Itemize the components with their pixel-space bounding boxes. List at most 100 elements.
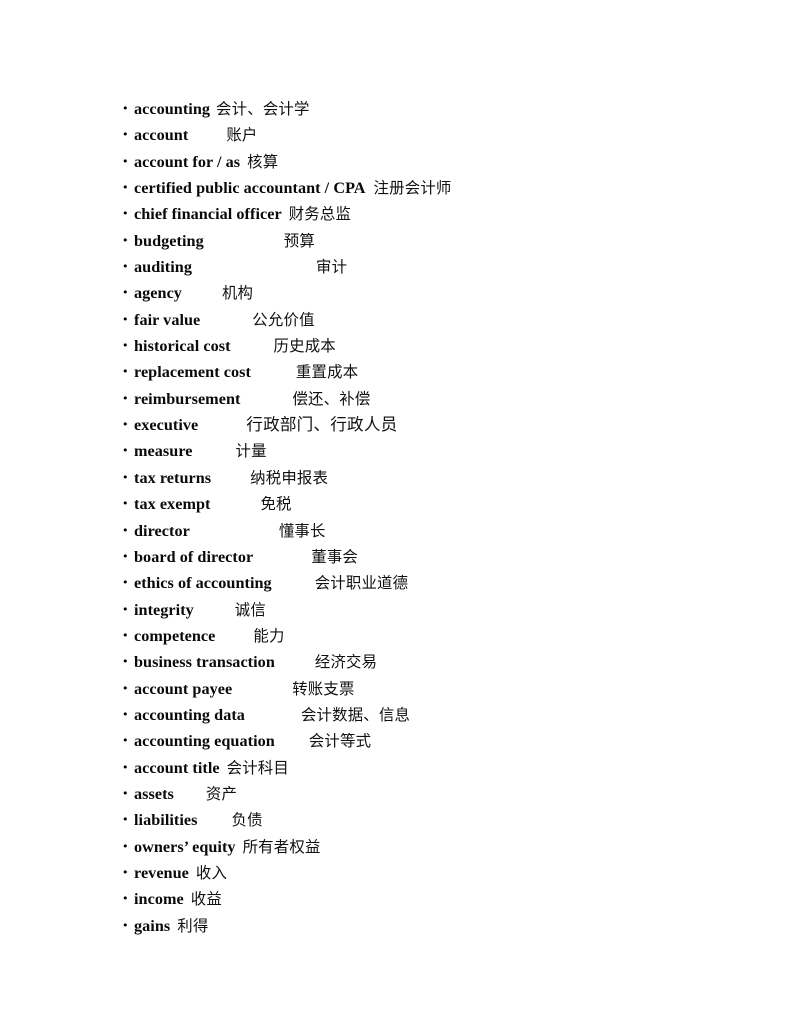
glossary-item-content: historical cost 历史成本 xyxy=(134,333,762,359)
glossary-item-content: fair value 公允价值 xyxy=(134,307,762,333)
glossary-item-content: liabilities 负债 xyxy=(134,807,762,833)
term-english: director xyxy=(134,521,190,540)
glossary-item: • chief financial officer 财务总监 xyxy=(122,201,762,227)
glossary-item-content: ethics of accounting 会计职业道德 xyxy=(134,570,762,596)
bullet-icon: • xyxy=(122,655,129,669)
term-chinese: 收益 xyxy=(190,890,222,909)
glossary-item: • executive 行政部门、行政人员 xyxy=(122,412,762,438)
bullet-icon: • xyxy=(122,339,129,353)
term-english: budgeting xyxy=(134,231,204,250)
term-english: account title xyxy=(134,758,220,777)
glossary-item-content: budgeting 预算 xyxy=(134,228,762,254)
bullet-icon: • xyxy=(122,286,129,300)
glossary-item: • auditing 审计 xyxy=(122,254,762,280)
term-english: replacement cost xyxy=(134,363,251,382)
term-chinese: 审计 xyxy=(315,258,348,277)
term-chinese: 转账支票 xyxy=(292,679,355,698)
bullet-icon: • xyxy=(122,839,129,853)
glossary-item-content: accounting data 会计数据、信息 xyxy=(134,702,762,728)
term-chinese: 会计科目 xyxy=(226,758,289,777)
glossary-item-content: account for / as 核算 xyxy=(134,149,762,175)
term-english: liabilities xyxy=(134,811,198,830)
term-chinese: 偿还、补偿 xyxy=(292,389,371,408)
glossary-item: • liabilities 负债 xyxy=(122,807,762,833)
term-chinese: 账户 xyxy=(226,126,258,145)
glossary-item: • accounting 会计、会计学 xyxy=(122,96,762,122)
bullet-icon: • xyxy=(122,418,129,432)
term-english: auditing xyxy=(134,258,192,277)
term-chinese: 收入 xyxy=(195,863,228,882)
glossary-item: • income 收益 xyxy=(122,886,762,912)
document-page: • accounting 会计、会计学 • account 账户 • account for … xyxy=(0,0,800,1036)
glossary-item-content: certified public accountant / CPA 注册会计师 xyxy=(134,175,762,201)
bullet-icon: • xyxy=(122,365,129,379)
bullet-icon: • xyxy=(122,892,129,906)
term-english: owners’ equity xyxy=(134,837,236,856)
glossary-item-content: account 账户 xyxy=(134,122,762,148)
bullet-icon: • xyxy=(122,233,129,247)
bullet-icon: • xyxy=(122,523,129,537)
glossary-item: • certified public accountant / CPA 注册会计师 xyxy=(122,175,762,201)
bullet-icon: • xyxy=(122,497,129,511)
term-chinese: 董事会 xyxy=(311,547,359,566)
glossary-item: • account payee 转账支票 xyxy=(122,676,762,702)
bullet-icon: • xyxy=(122,602,129,616)
glossary-item: • business transaction 经济交易 xyxy=(122,649,762,675)
term-chinese: 重置成本 xyxy=(295,363,359,382)
term-chinese: 所有者权益 xyxy=(242,837,321,856)
term-english: chief financial officer xyxy=(134,205,282,224)
term-chinese: 懂事长 xyxy=(278,521,326,540)
glossary-item-content: accounting equation 会计等式 xyxy=(134,728,762,754)
glossary-item: • board of director 董事会 xyxy=(122,544,762,570)
term-chinese: 诚信 xyxy=(234,600,266,619)
term-chinese: 免税 xyxy=(260,495,292,514)
term-english: board of director xyxy=(134,547,254,566)
term-chinese: 行政部门、行政人员 xyxy=(246,415,398,435)
bullet-icon: • xyxy=(122,865,129,879)
term-english: measure xyxy=(134,442,193,461)
term-chinese: 机构 xyxy=(221,284,254,303)
term-chinese: 会计等式 xyxy=(308,732,372,751)
bullet-icon: • xyxy=(122,312,129,326)
glossary-item-content: chief financial officer 财务总监 xyxy=(134,201,762,227)
term-english: account for / as xyxy=(134,152,241,171)
glossary-item: • account for / as 核算 xyxy=(122,149,762,175)
glossary-item: • assets 资产 xyxy=(122,781,762,807)
glossary-item-content: agency 机构 xyxy=(134,280,762,306)
glossary-item-content: revenue 收入 xyxy=(134,860,762,886)
glossary-item: • account title 会计科目 xyxy=(122,755,762,781)
glossary-item-content: tax exempt 免税 xyxy=(134,491,762,517)
glossary-item: • tax exempt 免税 xyxy=(122,491,762,517)
glossary-item: • reimbursement 偿还、补偿 xyxy=(122,386,762,412)
glossary-item: • budgeting 预算 xyxy=(122,228,762,254)
term-english: accounting equation xyxy=(134,732,275,751)
term-english: reimbursement xyxy=(134,389,241,408)
term-english: tax returns xyxy=(134,468,212,487)
bullet-icon: • xyxy=(122,576,129,590)
bullet-icon: • xyxy=(122,734,129,748)
glossary-item: • competence 能力 xyxy=(122,623,762,649)
term-english: fair value xyxy=(134,310,201,329)
glossary-item: • gains 利得 xyxy=(122,913,762,939)
bullet-icon: • xyxy=(122,444,129,458)
glossary-item: • fair value 公允价值 xyxy=(122,307,762,333)
bullet-icon: • xyxy=(122,181,129,195)
term-english: accounting xyxy=(134,100,211,118)
bullet-icon: • xyxy=(122,628,129,642)
term-english: executive xyxy=(134,416,199,435)
term-chinese: 计量 xyxy=(235,442,267,461)
bullet-icon: • xyxy=(122,102,129,115)
term-english: account payee xyxy=(134,679,233,698)
glossary-item: • accounting data 会计数据、信息 xyxy=(122,702,762,728)
term-english: agency xyxy=(134,284,182,303)
glossary-item-content: executive 行政部门、行政人员 xyxy=(134,412,762,438)
glossary-item-content: integrity 诚信 xyxy=(134,597,762,623)
glossary-item: • tax returns 纳税申报表 xyxy=(122,465,762,491)
glossary-item-content: business transaction 经济交易 xyxy=(134,649,762,675)
term-english: ethics of accounting xyxy=(134,574,272,593)
term-chinese: 历史成本 xyxy=(273,337,336,356)
glossary-item-content: account title 会计科目 xyxy=(134,755,762,781)
bullet-icon: • xyxy=(122,760,129,774)
glossary-item: • accounting equation 会计等式 xyxy=(122,728,762,754)
term-english: tax exempt xyxy=(134,495,211,514)
